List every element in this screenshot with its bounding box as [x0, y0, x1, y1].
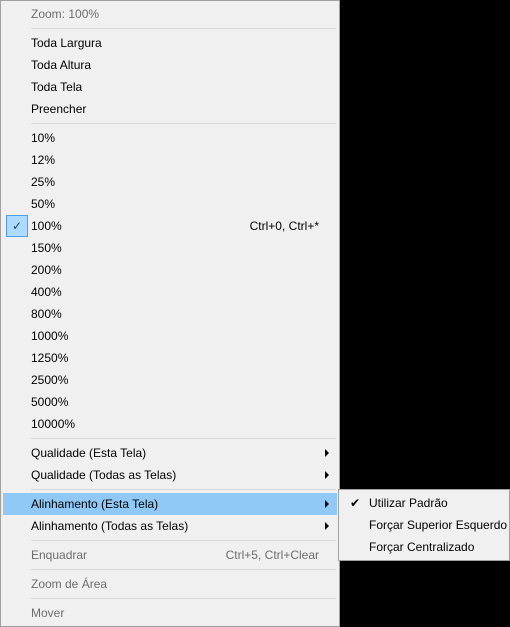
zoom-2500-item[interactable]: 2500%	[3, 369, 337, 391]
fit-width-label: Toda Largura	[31, 36, 337, 50]
fit-width-item[interactable]: Toda Largura	[3, 32, 337, 54]
separator	[31, 569, 336, 570]
quality-all-item[interactable]: Qualidade (Todas as Telas)	[3, 464, 337, 486]
zoom-context-menu: Zoom: 100% Toda Largura Toda Altura Toda…	[0, 0, 340, 627]
area-zoom-label: Zoom de Área	[31, 577, 337, 591]
fit-height-label: Toda Altura	[31, 58, 337, 72]
zoom-400-label: 400%	[31, 285, 337, 299]
zoom-2500-label: 2500%	[31, 373, 337, 387]
zoom-400-item[interactable]: 400%	[3, 281, 337, 303]
quality-this-label: Qualidade (Esta Tela)	[31, 446, 337, 460]
align-center-item[interactable]: Forçar Centralizado	[341, 536, 507, 558]
move-item: Mover	[3, 602, 337, 624]
zoom-10-label: 10%	[31, 131, 337, 145]
quality-all-label: Qualidade (Todas as Telas)	[31, 468, 337, 482]
align-topleft-item[interactable]: Forçar Superior Esquerdo	[341, 514, 507, 536]
zoom-25-item[interactable]: 25%	[3, 171, 337, 193]
zoom-25-label: 25%	[31, 175, 337, 189]
zoom-1250-item[interactable]: 1250%	[3, 347, 337, 369]
check-icon: ✔	[350, 496, 360, 510]
separator	[31, 598, 336, 599]
check-icon: ✓	[6, 215, 28, 237]
alignment-submenu: ✔ Utilizar Padrão Forçar Superior Esquer…	[338, 489, 510, 561]
zoom-10-item[interactable]: 10%	[3, 127, 337, 149]
frame-shortcut: Ctrl+5, Ctrl+Clear	[226, 548, 337, 562]
align-center-label: Forçar Centralizado	[369, 540, 507, 554]
zoom-1000-item[interactable]: 1000%	[3, 325, 337, 347]
align-this-item[interactable]: Alinhamento (Esta Tela)	[3, 493, 337, 515]
zoom-100-label: 100%	[31, 219, 250, 233]
align-all-label: Alinhamento (Todas as Telas)	[31, 519, 337, 533]
submenu-arrow-icon	[325, 471, 329, 479]
frame-label: Enquadrar	[31, 548, 226, 562]
move-label: Mover	[31, 606, 337, 620]
separator	[31, 438, 336, 439]
align-default-label: Utilizar Padrão	[369, 496, 507, 510]
zoom-50-label: 50%	[31, 197, 337, 211]
zoom-150-label: 150%	[31, 241, 337, 255]
fit-screen-item[interactable]: Toda Tela	[3, 76, 337, 98]
fit-screen-label: Toda Tela	[31, 80, 337, 94]
fit-height-item[interactable]: Toda Altura	[3, 54, 337, 76]
zoom-header: Zoom: 100%	[3, 3, 337, 25]
align-topleft-label: Forçar Superior Esquerdo	[369, 518, 510, 532]
zoom-50-item[interactable]: 50%	[3, 193, 337, 215]
quality-this-item[interactable]: Qualidade (Esta Tela)	[3, 442, 337, 464]
fill-label: Preencher	[31, 102, 337, 116]
zoom-5000-label: 5000%	[31, 395, 337, 409]
separator	[31, 540, 336, 541]
zoom-200-item[interactable]: 200%	[3, 259, 337, 281]
frame-item: Enquadrar Ctrl+5, Ctrl+Clear	[3, 544, 337, 566]
zoom-1250-label: 1250%	[31, 351, 337, 365]
zoom-800-label: 800%	[31, 307, 337, 321]
fill-item[interactable]: Preencher	[3, 98, 337, 120]
submenu-arrow-icon	[325, 522, 329, 530]
submenu-arrow-icon	[325, 449, 329, 457]
separator	[31, 28, 336, 29]
separator	[31, 489, 336, 490]
area-zoom-item: Zoom de Área	[3, 573, 337, 595]
submenu-arrow-icon	[325, 500, 329, 508]
zoom-10000-label: 10000%	[31, 417, 337, 431]
zoom-header-label: Zoom: 100%	[31, 7, 337, 21]
zoom-10000-item[interactable]: 10000%	[3, 413, 337, 435]
align-default-item[interactable]: ✔ Utilizar Padrão	[341, 492, 507, 514]
align-all-item[interactable]: Alinhamento (Todas as Telas)	[3, 515, 337, 537]
zoom-150-item[interactable]: 150%	[3, 237, 337, 259]
zoom-5000-item[interactable]: 5000%	[3, 391, 337, 413]
zoom-12-item[interactable]: 12%	[3, 149, 337, 171]
zoom-1000-label: 1000%	[31, 329, 337, 343]
zoom-12-label: 12%	[31, 153, 337, 167]
zoom-100-item[interactable]: ✓ 100% Ctrl+0, Ctrl+*	[3, 215, 337, 237]
zoom-200-label: 200%	[31, 263, 337, 277]
zoom-800-item[interactable]: 800%	[3, 303, 337, 325]
zoom-100-shortcut: Ctrl+0, Ctrl+*	[250, 219, 337, 233]
separator	[31, 123, 336, 124]
align-this-label: Alinhamento (Esta Tela)	[31, 497, 337, 511]
